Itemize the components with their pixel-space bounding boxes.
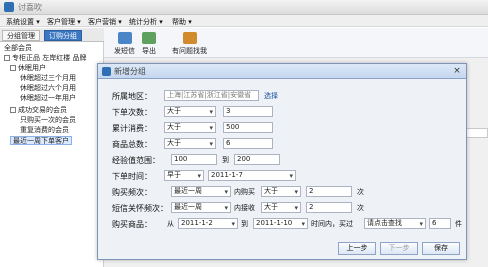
region-select-link[interactable]: 选择	[264, 91, 278, 101]
tree-item-selected[interactable]: 最近一周下单客户	[10, 136, 72, 145]
prev-button[interactable]: 上一步	[338, 242, 376, 255]
collapse-icon	[10, 107, 16, 113]
menu-marketing[interactable]: 客户营销 ▾	[88, 17, 122, 27]
buy-item-to-select[interactable]: 2011-1-10 ▾	[253, 218, 308, 229]
app-icon	[4, 2, 14, 12]
tree-item[interactable]: 重复消费的会员	[20, 126, 69, 135]
menu-stats[interactable]: 统计分析 ▾	[129, 17, 163, 27]
help-button[interactable]: 有问题找我	[172, 32, 207, 56]
item-total-label: 商品总数：	[112, 140, 152, 149]
tab-order-group[interactable]: 订购分组	[44, 30, 82, 41]
close-freq-period-select[interactable]: 最近一周 ▾	[171, 202, 231, 213]
export-icon	[142, 32, 156, 44]
tree-item[interactable]: 只购买一次的会员	[20, 116, 76, 125]
send-sms-button[interactable]: 发短信	[114, 32, 135, 56]
region-label: 所属地区：	[112, 92, 152, 101]
buy-item-from-label: 从	[167, 220, 174, 228]
buy-freq-inner-text: 内购买	[234, 188, 255, 196]
total-spent-input[interactable]: 500	[223, 122, 273, 133]
product-select[interactable]: 请点击查找 ▾	[364, 218, 426, 229]
window-title: 讨喜吹	[18, 3, 42, 12]
order-time-op-select[interactable]: 早于 ▾	[164, 170, 204, 181]
buy-item-to-label: 到	[241, 220, 248, 228]
close-icon[interactable]: ×	[452, 66, 462, 76]
save-button[interactable]: 保存	[422, 242, 460, 255]
total-spent-label: 累计消费：	[112, 124, 152, 133]
collapse-icon	[10, 65, 16, 71]
buy-freq-unit: 次	[357, 188, 364, 196]
tree-item[interactable]: 休眠超过六个月用	[20, 84, 76, 93]
chevron-down-icon: ▾	[419, 220, 423, 228]
exp-to-input[interactable]: 200	[234, 154, 280, 165]
tree-item[interactable]: 休眠超过一年用户	[20, 94, 76, 103]
chevron-down-icon: ▾	[224, 204, 228, 212]
tree-item[interactable]: 休眠超过三个月用	[20, 74, 76, 83]
buy-freq-label: 购买频次：	[112, 188, 152, 197]
order-time-label: 下单时间：	[112, 172, 152, 181]
order-count-op-select[interactable]: 大于 ▾	[164, 106, 216, 117]
buy-item-mid-text: 时间内，买过	[311, 220, 353, 228]
chevron-down-icon: ▾	[209, 140, 213, 148]
chevron-down-icon: ▾	[209, 124, 213, 132]
chevron-down-icon: ▾	[231, 220, 235, 228]
title-bar: 讨喜吹	[0, 0, 488, 15]
chevron-down-icon: ▾	[209, 108, 213, 116]
dialog-icon	[102, 67, 111, 76]
left-tabs: 分组管理 订购分组	[0, 28, 104, 42]
menu-system[interactable]: 系统设置 ▾	[6, 17, 40, 27]
buy-freq-period-select[interactable]: 最近一周 ▾	[171, 186, 231, 197]
close-freq-input[interactable]: 2	[306, 202, 352, 213]
exp-to-label: 到	[222, 156, 229, 164]
order-count-label: 下单次数：	[112, 108, 152, 117]
exp-from-input[interactable]: 100	[171, 154, 217, 165]
buy-item-label: 购买商品：	[112, 220, 152, 229]
tree-item[interactable]: 休眠用户	[10, 64, 46, 73]
close-freq-label: 短信关怀频次：	[112, 204, 168, 213]
menu-help[interactable]: 帮助 ▾	[172, 17, 192, 27]
item-total-input[interactable]: 6	[223, 138, 273, 149]
total-spent-op-select[interactable]: 大于 ▾	[164, 122, 216, 133]
exp-range-label: 经验值范围：	[112, 156, 160, 165]
tree-item[interactable]: 全部会员	[4, 44, 32, 53]
chevron-down-icon: ▾	[294, 204, 298, 212]
menu-bar: 系统设置 ▾ 客户管理 ▾ 客户营销 ▾ 统计分析 ▾ 帮助 ▾	[0, 15, 488, 27]
left-panel: 分组管理 订购分组 全部会员 专柜正品 左岸红楼 品牌 休眠用户 休眠超过三个月…	[0, 28, 104, 267]
close-freq-unit: 次	[357, 204, 364, 212]
buy-item-from-select[interactable]: 2011-1-2 ▾	[178, 218, 238, 229]
buy-item-count-input[interactable]: 6	[429, 218, 451, 229]
dialog-titlebar: 新增分组 ×	[98, 64, 466, 79]
buy-freq-op-select[interactable]: 大于 ▾	[261, 186, 301, 197]
order-time-date-select[interactable]: 2011-1-7 ▾	[208, 170, 296, 181]
export-button[interactable]: 导出	[142, 32, 156, 56]
chevron-down-icon: ▾	[294, 188, 298, 196]
chevron-down-icon: ▾	[224, 188, 228, 196]
order-count-input[interactable]: 3	[223, 106, 273, 117]
buy-freq-input[interactable]: 2	[306, 186, 352, 197]
tree-item[interactable]: 专柜正品 左岸红楼 品牌	[4, 54, 86, 63]
region-field[interactable]: 上海|江苏省|浙江省|安徽省	[164, 90, 259, 101]
close-freq-op-select[interactable]: 大于 ▾	[261, 202, 301, 213]
chevron-down-icon: ▾	[289, 172, 293, 180]
tree-item[interactable]: 成功交易的会员	[10, 106, 67, 115]
chevron-down-icon: ▾	[197, 172, 201, 180]
sms-icon	[117, 32, 132, 44]
tab-group-manage[interactable]: 分组管理	[2, 30, 40, 41]
buy-item-unit: 件	[455, 220, 462, 228]
chevron-down-icon: ▾	[301, 220, 305, 228]
toolbar: 发短信 导出 有问题找我	[104, 28, 488, 58]
help-icon	[182, 32, 197, 44]
close-freq-inner-text: 内接收	[234, 204, 255, 212]
next-button[interactable]: 下一步	[380, 242, 418, 255]
new-group-dialog: 新增分组 × 所属地区： 上海|江苏省|浙江省|安徽省 选择 下单次数： 大于 ▾…	[97, 63, 467, 260]
dialog-title: 新增分组	[114, 67, 146, 76]
collapse-icon	[4, 55, 10, 61]
menu-customer[interactable]: 客户管理 ▾	[47, 17, 81, 27]
item-total-op-select[interactable]: 大于 ▾	[164, 138, 216, 149]
